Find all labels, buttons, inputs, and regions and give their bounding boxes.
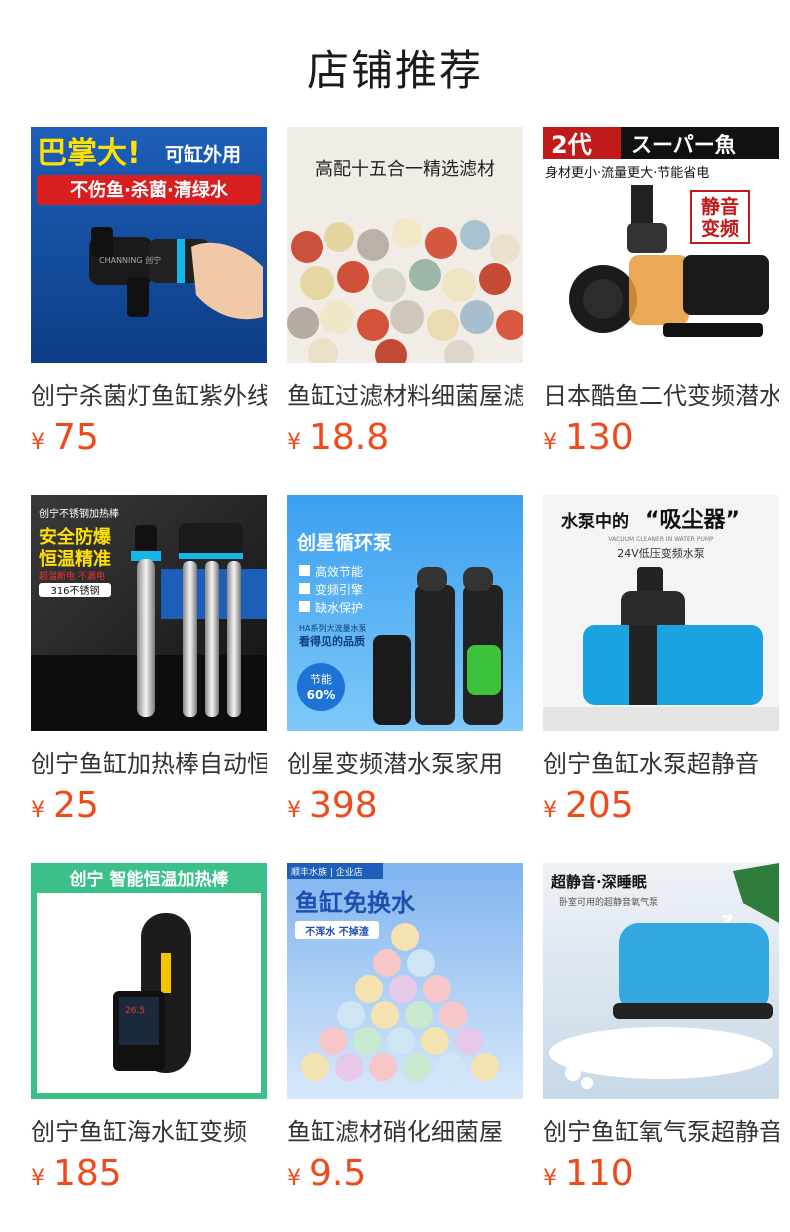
product-price: ¥ 110	[543, 1153, 779, 1195]
product-card[interactable]: 超静音·深睡眠 卧室可用的超静音氧气泵 z 创宁鱼缸氧气泵超静音 ¥ 110	[543, 863, 779, 1209]
product-image-water-pump[interactable]: 水泵中的 “吸尘器” VACUUM CLEANER IN WATER PUMP …	[543, 495, 779, 731]
svg-text:26.5: 26.5	[125, 1006, 145, 1016]
product-title[interactable]: 创宁鱼缸加热棒自动恒	[31, 747, 267, 781]
product-image-filter-media[interactable]: 高配十五合一精选滤材	[287, 127, 523, 363]
product-card[interactable]: 巴掌大! 可缸外用 不伤鱼·杀菌·清绿水 CHANNING 创宁 创宁杀菌灯鱼缸…	[31, 127, 267, 473]
product-card[interactable]: 创宁不锈钢加热棒 安全防爆 恒温精准 超温断电 不漏电 316不锈钢 创宁鱼缸加…	[31, 495, 267, 841]
image-text: HA系列大流量水泵	[299, 623, 367, 633]
price-value: 18.8	[309, 417, 390, 458]
product-image-circulation-pump[interactable]: 创星循环泵 高效节能 变频引擎 缺水保护 HA系列大流量水泵 看得见的品质 节能…	[287, 495, 523, 731]
image-text: スーパー魚	[631, 133, 736, 157]
product-title[interactable]: 创宁鱼缸水泵超静音	[543, 747, 779, 781]
price-value: 185	[53, 1153, 122, 1194]
image-text: 高效节能	[315, 564, 363, 579]
currency-symbol: ¥	[287, 430, 301, 455]
product-title[interactable]: 创宁杀菌灯鱼缸紫外线	[31, 379, 267, 413]
image-text: 鱼缸免换水	[295, 889, 416, 917]
product-image-bio-rings[interactable]: 顺丰水族 | 企业店 鱼缸免换水 不浑水 不掉渣	[287, 863, 523, 1099]
image-text: 缺水保护	[315, 600, 363, 615]
image-text: VACUUM CLEANER IN WATER PUMP	[608, 536, 714, 543]
product-price: ¥ 185	[31, 1153, 267, 1195]
currency-symbol: ¥	[31, 798, 45, 823]
product-image-air-pump[interactable]: 超静音·深睡眠 卧室可用的超静音氧气泵 z	[543, 863, 779, 1099]
currency-symbol: ¥	[287, 798, 301, 823]
product-title[interactable]: 创宁鱼缸氧气泵超静音	[543, 1115, 779, 1149]
product-card[interactable]: 高配十五合一精选滤材 鱼缸过滤材料细菌屋滤 ¥ 18.8	[287, 127, 523, 473]
product-image-heater[interactable]: 创宁不锈钢加热棒 安全防爆 恒温精准 超温断电 不漏电 316不锈钢	[31, 495, 267, 731]
price-value: 110	[565, 1153, 634, 1194]
page-header: 店铺推荐	[0, 0, 790, 127]
image-text: 高配十五合一精选滤材	[315, 159, 495, 180]
image-text: 超温断电 不漏电	[39, 570, 105, 582]
image-text: 2代	[551, 131, 592, 159]
image-text: 节能	[310, 672, 332, 686]
product-image-dc-pump[interactable]: 2代 スーパー魚 身材更小·流量更大·节能省电 静音 变频	[543, 127, 779, 363]
price-value: 205	[565, 785, 634, 826]
product-image-smart-heater[interactable]: 创宁 智能恒温加热棒 26.5	[31, 863, 267, 1099]
currency-symbol: ¥	[287, 1166, 301, 1191]
image-text: 巴掌大!	[37, 136, 141, 171]
image-text: 创宁 智能恒温加热棒	[69, 869, 230, 890]
product-price: ¥ 18.8	[287, 417, 523, 459]
product-title[interactable]: 创星变频潜水泵家用	[287, 747, 523, 781]
price-value: 130	[565, 417, 634, 458]
image-text: 身材更小·流量更大·节能省电	[545, 165, 709, 181]
product-card[interactable]: 水泵中的 “吸尘器” VACUUM CLEANER IN WATER PUMP …	[543, 495, 779, 841]
image-text: 变频	[701, 217, 739, 240]
product-price: ¥ 205	[543, 785, 779, 827]
image-text: 变频引擎	[315, 582, 363, 597]
price-value: 75	[53, 417, 99, 458]
image-text: 顺丰水族 | 企业店	[291, 866, 363, 878]
product-price: ¥ 9.5	[287, 1153, 523, 1195]
price-value: 398	[309, 785, 378, 826]
image-text: 创宁不锈钢加热棒	[39, 507, 119, 520]
image-text: 静音	[701, 195, 739, 218]
image-text: 60%	[307, 688, 336, 702]
product-title[interactable]: 鱼缸滤材硝化细菌屋	[287, 1115, 523, 1149]
image-text: 24V低压变频水泵	[617, 546, 705, 560]
image-text: 水泵中的	[561, 511, 629, 532]
price-value: 9.5	[309, 1153, 367, 1194]
currency-symbol: ¥	[543, 798, 557, 823]
image-text: 安全防爆	[39, 526, 112, 548]
image-text: 卧室可用的超静音氧气泵	[559, 896, 658, 908]
product-image-uv-sterilizer[interactable]: 巴掌大! 可缸外用 不伤鱼·杀菌·清绿水 CHANNING 创宁	[31, 127, 267, 363]
product-price: ¥ 130	[543, 417, 779, 459]
image-text: 可缸外用	[165, 143, 241, 166]
image-text: 创星循环泵	[296, 531, 392, 554]
image-text: 看得见的品质	[299, 634, 365, 648]
product-card[interactable]: 创宁 智能恒温加热棒 26.5 创宁鱼缸海水缸变频 ¥ 185	[31, 863, 267, 1209]
currency-symbol: ¥	[543, 430, 557, 455]
image-text: CHANNING 创宁	[99, 255, 161, 265]
product-title[interactable]: 日本酷鱼二代变频潜水	[543, 379, 779, 413]
product-title[interactable]: 创宁鱼缸海水缸变频	[31, 1115, 267, 1149]
currency-symbol: ¥	[31, 430, 45, 455]
product-card[interactable]: 2代 スーパー魚 身材更小·流量更大·节能省电 静音 变频 日本酷鱼二代变频潜水…	[543, 127, 779, 473]
image-text: 恒温精准	[39, 548, 111, 570]
product-price: ¥ 25	[31, 785, 267, 827]
image-text: 超静音·深睡眠	[550, 873, 647, 891]
product-price: ¥ 75	[31, 417, 267, 459]
price-value: 25	[53, 785, 99, 826]
product-card[interactable]: 创星循环泵 高效节能 变频引擎 缺水保护 HA系列大流量水泵 看得见的品质 节能…	[287, 495, 523, 841]
currency-symbol: ¥	[543, 1166, 557, 1191]
product-card[interactable]: 顺丰水族 | 企业店 鱼缸免换水 不浑水 不掉渣 鱼缸滤材硝化细菌屋 ¥ 9.5	[287, 863, 523, 1209]
image-text: 不伤鱼·杀菌·清绿水	[70, 179, 229, 201]
product-title[interactable]: 鱼缸过滤材料细菌屋滤	[287, 379, 523, 413]
currency-symbol: ¥	[31, 1166, 45, 1191]
image-text: 316不锈钢	[50, 584, 99, 597]
image-text: 不浑水 不掉渣	[305, 925, 369, 938]
page-title: 店铺推荐	[306, 46, 483, 95]
product-price: ¥ 398	[287, 785, 523, 827]
image-text: “吸尘器”	[645, 508, 740, 533]
